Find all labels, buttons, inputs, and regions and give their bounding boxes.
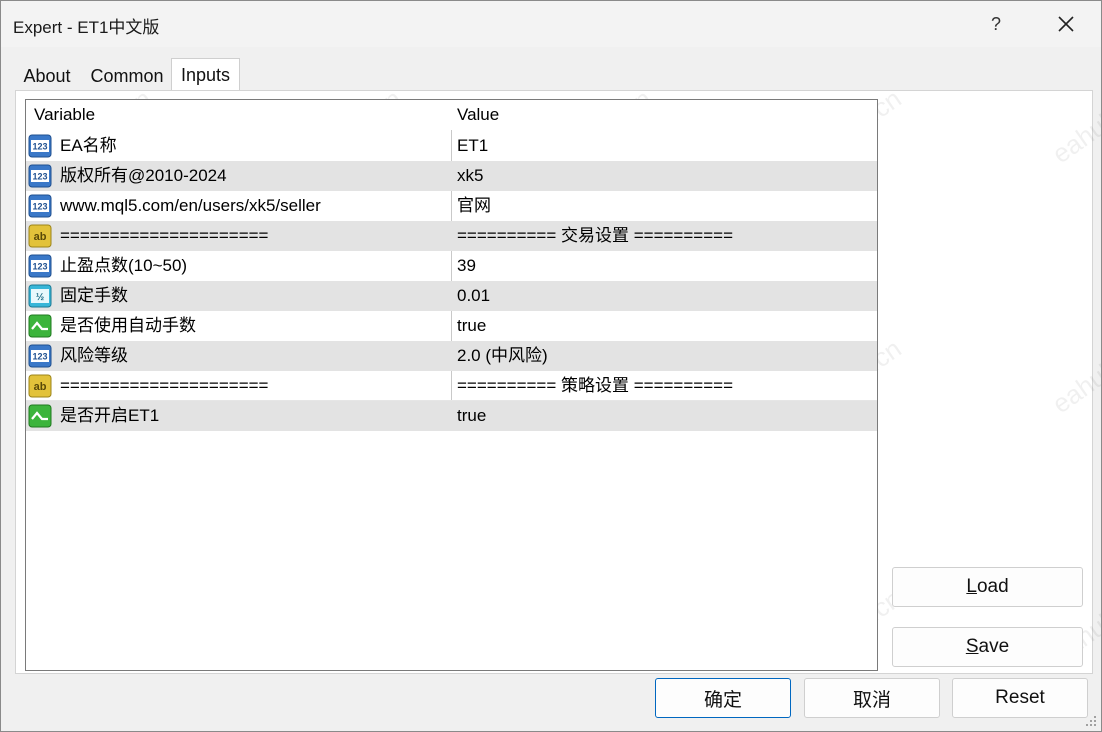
boolean-type-icon [28,314,52,338]
save-button[interactable]: Save [892,627,1083,667]
table-row[interactable]: 123 风险等级 2.0 (中风险) [26,341,877,371]
save-label: ave [978,636,1010,657]
variable-value[interactable]: true [457,311,867,341]
svg-text:ab: ab [34,381,47,393]
table-row[interactable]: 123 EA名称 ET1 [26,131,877,161]
svg-text:123: 123 [32,262,47,272]
string-type-icon: ab [28,374,52,398]
string-type-icon: ab [28,224,52,248]
table-row[interactable]: 123 版权所有@2010-2024 xk5 [26,161,877,191]
integer-type-icon: 123 [28,134,52,158]
variable-name: www.mql5.com/en/users/xk5/seller [60,196,321,215]
double-type-icon: ½ [28,284,52,308]
load-label: oad [976,576,1009,597]
header-variable[interactable]: Variable [34,100,434,130]
svg-text:½: ½ [36,292,44,303]
variable-name: ===================== [60,226,269,245]
svg-text:ab: ab [34,231,47,243]
variable-value[interactable]: ========== 交易设置 ========== [457,221,867,251]
variable-value[interactable]: ET1 [457,131,867,161]
variable-name: ===================== [60,376,269,395]
variable-value[interactable]: xk5 [457,161,867,191]
table-row[interactable]: 是否开启ET1 true [26,401,877,431]
variable-name: 固定手数 [60,286,128,305]
integer-type-icon: 123 [28,344,52,368]
tab-common[interactable]: Common [85,63,169,89]
variable-name: EA名称 [60,136,117,155]
reset-button[interactable]: Reset [952,678,1088,718]
inputs-grid: Variable Value 123 EA名称 ET1 123 版权所有@201… [25,99,878,671]
load-button[interactable]: Load [892,567,1083,607]
variable-value[interactable]: 2.0 (中风险) [457,341,867,371]
integer-type-icon: 123 [28,254,52,278]
title-bar: Expert - ET1中文版 ? [1,1,1101,47]
variable-name: 风险等级 [60,346,128,365]
variable-value[interactable]: true [457,401,867,431]
variable-value[interactable]: 官网 [457,191,867,221]
help-button[interactable]: ? [971,1,1021,47]
window-title: Expert - ET1中文版 [13,18,160,37]
close-icon [1058,16,1074,32]
variable-value[interactable]: ========== 策略设置 ========== [457,371,867,401]
table-row[interactable]: ab ===================== ========== 策略设置… [26,371,877,401]
grid-header-row: Variable Value [26,100,877,130]
ok-button[interactable]: 确定 [655,678,791,718]
close-button[interactable] [1041,1,1091,47]
tab-inputs[interactable]: Inputs [171,58,240,91]
integer-type-icon: 123 [28,194,52,218]
variable-value[interactable]: 0.01 [457,281,867,311]
svg-text:123: 123 [32,142,47,152]
tab-about[interactable]: About [15,63,79,89]
table-row[interactable]: 是否使用自动手数 true [26,311,877,341]
cancel-button[interactable]: 取消 [804,678,940,718]
svg-text:123: 123 [32,202,47,212]
header-value[interactable]: Value [457,100,499,130]
table-row[interactable]: 123 止盈点数(10~50) 39 [26,251,877,281]
table-row[interactable]: ab ===================== ========== 交易设置… [26,221,877,251]
table-row[interactable]: 123 www.mql5.com/en/users/xk5/seller 官网 [26,191,877,221]
variable-name: 止盈点数(10~50) [60,256,188,275]
svg-text:123: 123 [32,172,47,182]
resize-grip-icon[interactable] [1085,715,1097,727]
variable-name: 是否使用自动手数 [60,316,196,335]
expert-dialog: Expert - ET1中文版 ? About Common Inputs ea… [0,0,1102,732]
boolean-type-icon [28,404,52,428]
integer-type-icon: 123 [28,164,52,188]
save-mnemonic: S [965,636,979,657]
svg-text:123: 123 [32,352,47,362]
table-row[interactable]: ½ 固定手数 0.01 [26,281,877,311]
variable-name: 版权所有@2010-2024 [60,166,227,185]
variable-name: 是否开启ET1 [60,406,160,425]
variable-value[interactable]: 39 [457,251,867,281]
load-mnemonic: L [966,576,977,597]
